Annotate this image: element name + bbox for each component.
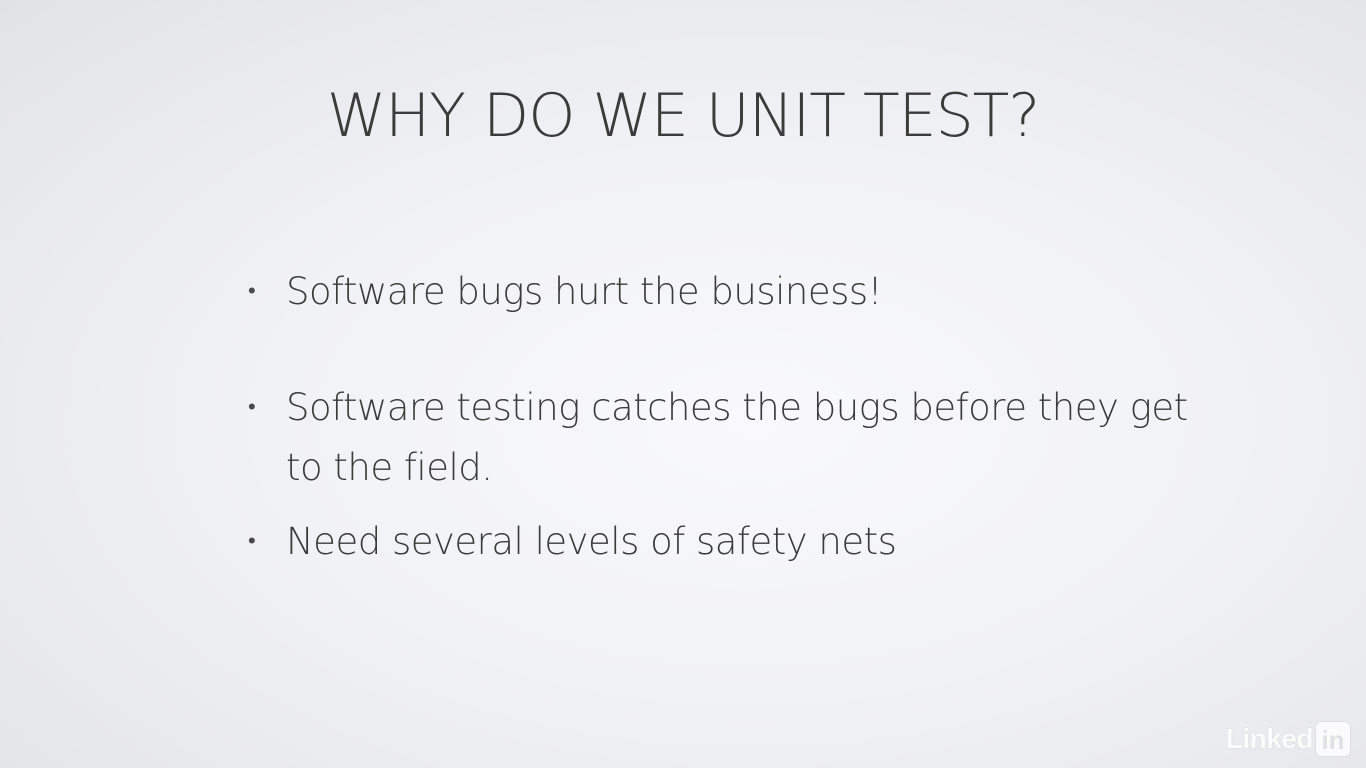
bullet-dot-icon: • [248,529,256,554]
bullet-list: • Software bugs hurt the business! • Sof… [246,262,1206,572]
slide: WHY DO WE UNIT TEST? • Software bugs hur… [0,0,1366,768]
slide-title: WHY DO WE UNIT TEST? [326,81,1040,151]
bullet-item: • Software bugs hurt the business! [246,262,1206,322]
bullet-dot-icon: • [248,395,256,420]
bullet-item: • Need several levels of safety nets [246,512,1206,572]
logo-box: in [1316,722,1350,756]
bullet-text: Software bugs hurt the business! [286,270,883,313]
bullet-text: Software testing catches the bugs before… [286,386,1188,489]
logo-word: Linked [1225,723,1314,754]
bullet-text: Need several levels of safety nets [286,520,897,563]
linkedin-logo-icon: Linked in [1226,722,1350,756]
bullet-dot-icon: • [248,279,256,304]
bullet-item: • Software testing catches the bugs befo… [246,378,1206,498]
logo-box-text: in [1321,725,1345,755]
